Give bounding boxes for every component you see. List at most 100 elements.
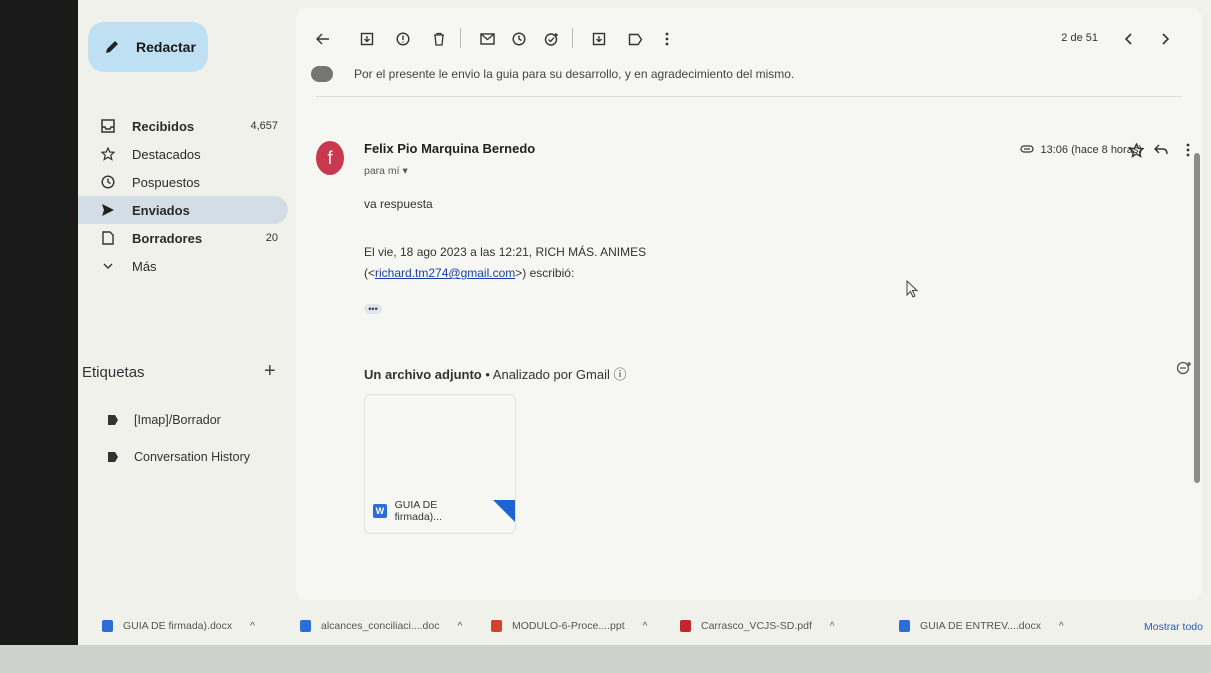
label-item-imap-borrador[interactable]: [Imap]/Borrador (108, 413, 221, 427)
sender-avatar[interactable]: f (316, 141, 344, 175)
sidebar-item-label: Borradores (132, 230, 203, 246)
move-to-icon[interactable] (588, 28, 610, 50)
compose-button[interactable]: Redactar (88, 22, 208, 72)
label-tag-icon (108, 452, 118, 462)
sidebar-item-count: 20 (265, 232, 278, 244)
avatar (311, 66, 333, 82)
powerpoint-file-icon (491, 620, 502, 632)
sidebar-item-enviados[interactable]: Enviados (78, 196, 288, 224)
attachment-filename: GUIA DE firmada)... (394, 499, 442, 523)
label-tag-icon (108, 415, 118, 425)
label-item-text: Conversation History (134, 450, 251, 464)
attachments-heading: Un archivo adjunto • Analizado por Gmail… (364, 364, 626, 383)
sidebar-item-label: Más (132, 258, 157, 274)
caret-up-icon[interactable]: ^ (1059, 621, 1064, 632)
more-vert-icon[interactable] (1186, 143, 1190, 161)
sidebar-item-label: Recibidos (132, 118, 195, 134)
download-filename: alcances_conciliaci....doc (321, 620, 440, 632)
label-item-text: [Imap]/Borrador (134, 413, 221, 427)
sidebar-item-destacados[interactable]: Destacados (78, 140, 288, 168)
download-item[interactable]: GUIA DE firmada).docx ^ (102, 620, 255, 632)
chevron-left-icon[interactable] (1118, 28, 1140, 50)
word-file-icon (899, 620, 910, 632)
caret-up-icon[interactable]: ^ (643, 621, 648, 632)
scrollbar[interactable] (1194, 153, 1200, 483)
sidebar-item-label: Pospuestos (132, 174, 200, 190)
sidebar-item-mas[interactable]: Más (78, 252, 288, 280)
add-label-button[interactable]: + (264, 360, 276, 383)
download-item[interactable]: GUIA DE ENTREV....docx ^ (899, 620, 1064, 632)
quote-prefix: (< (364, 266, 376, 280)
page-fold-icon (493, 500, 515, 522)
snooze-icon[interactable] (508, 28, 530, 50)
screen: Redactar Recibidos 4,657 Destacados Posp… (78, 0, 1211, 673)
more-vert-icon[interactable] (656, 28, 678, 50)
add-to-drive-icon[interactable] (1176, 360, 1192, 381)
sidebar-nav: Recibidos 4,657 Destacados Pospuestos En… (78, 112, 288, 280)
message-panel: 2 de 51 Por el presente le envio la guia… (296, 8, 1202, 600)
caret-up-icon[interactable]: ^ (830, 621, 835, 632)
pdf-file-icon (680, 620, 691, 632)
caret-up-icon[interactable]: ^ (457, 621, 462, 632)
screen-bottom-bezel (0, 645, 1211, 673)
show-all-downloads-button[interactable]: Mostrar todo (1144, 621, 1203, 633)
caret-up-icon[interactable]: ^ (250, 621, 255, 632)
previous-message-row[interactable]: Por el presente le envio la guia para su… (311, 66, 794, 82)
delete-icon[interactable] (428, 28, 450, 50)
chevron-down-icon (100, 258, 116, 274)
download-item[interactable]: alcances_conciliaci....doc ^ (300, 620, 462, 632)
label-item-conversation-history[interactable]: Conversation History (108, 450, 250, 464)
labels-heading: Etiquetas (82, 364, 145, 381)
sidebar-item-recibidos[interactable]: Recibidos 4,657 (78, 112, 288, 140)
sidebar-item-borradores[interactable]: Borradores 20 (78, 224, 288, 252)
add-task-icon[interactable] (540, 28, 562, 50)
draft-icon (100, 230, 116, 246)
toolbar-divider (572, 28, 573, 48)
attachment-footer: W GUIA DE firmada)... (373, 499, 515, 523)
pagination-count: 2 de 51 (1061, 32, 1098, 44)
send-icon (100, 202, 116, 218)
back-arrow-icon[interactable] (312, 28, 334, 50)
attachments-count: Un archivo adjunto (364, 367, 482, 382)
download-item[interactable]: Carrasco_VCJS-SD.pdf ^ (680, 620, 835, 632)
message-time: 13:06 (hace 8 horas) (1040, 144, 1142, 156)
inbox-icon (100, 118, 116, 134)
reply-icon[interactable] (1154, 143, 1168, 160)
sidebar-item-label: Enviados (132, 202, 190, 218)
download-filename: GUIA DE firmada).docx (123, 620, 233, 632)
label-icon[interactable] (624, 28, 646, 50)
sender-email-link[interactable]: richard.tm274@gmail.com (375, 266, 515, 280)
recipient-details[interactable]: para mí ▾ (364, 165, 408, 177)
compose-label: Redactar (136, 39, 196, 55)
sidebar-item-count: 4,657 (250, 120, 278, 132)
message-body: va respuesta (364, 197, 433, 211)
quote-suffix: >) escribió: (515, 266, 575, 280)
message-toolbar: 2 de 51 (296, 28, 1202, 56)
pencil-icon (104, 39, 120, 55)
mark-unread-icon[interactable] (476, 28, 498, 50)
previous-message-snippet: Por el presente le envio la guia para su… (354, 67, 795, 81)
star-icon[interactable] (1128, 142, 1145, 162)
toolbar-divider (460, 28, 461, 48)
archive-icon[interactable] (356, 28, 378, 50)
download-filename: Carrasco_VCJS-SD.pdf (701, 620, 812, 632)
chevron-right-icon[interactable] (1154, 28, 1176, 50)
sidebar-item-pospuestos[interactable]: Pospuestos (78, 168, 288, 196)
mouse-pointer-icon (906, 279, 919, 303)
download-filename: GUIA DE ENTREV....docx (920, 620, 1041, 632)
message-separator (316, 96, 1182, 97)
word-file-icon (300, 620, 311, 632)
quote-header: El vie, 18 ago 2023 a las 12:21, RICH MÁ… (364, 245, 647, 259)
sidebar-item-label: Destacados (132, 146, 201, 162)
message-meta: 13:06 (hace 8 horas) (1020, 144, 1142, 156)
word-file-icon (102, 620, 113, 632)
attachment-clip-icon (1020, 144, 1035, 156)
attachment-card[interactable]: W GUIA DE firmada)... (364, 394, 516, 534)
download-filename: MODULO-6-Proce....ppt (512, 620, 625, 632)
download-item[interactable]: MODULO-6-Proce....ppt ^ (491, 620, 647, 632)
attachments-scan-note: • Analizado por Gmail ⓘ (481, 367, 627, 382)
show-trimmed-content-button[interactable]: ••• (364, 304, 382, 314)
report-spam-icon[interactable] (392, 28, 414, 50)
sender-name[interactable]: Felix Pio Marquina Bernedo (364, 141, 535, 156)
star-icon (100, 146, 116, 162)
